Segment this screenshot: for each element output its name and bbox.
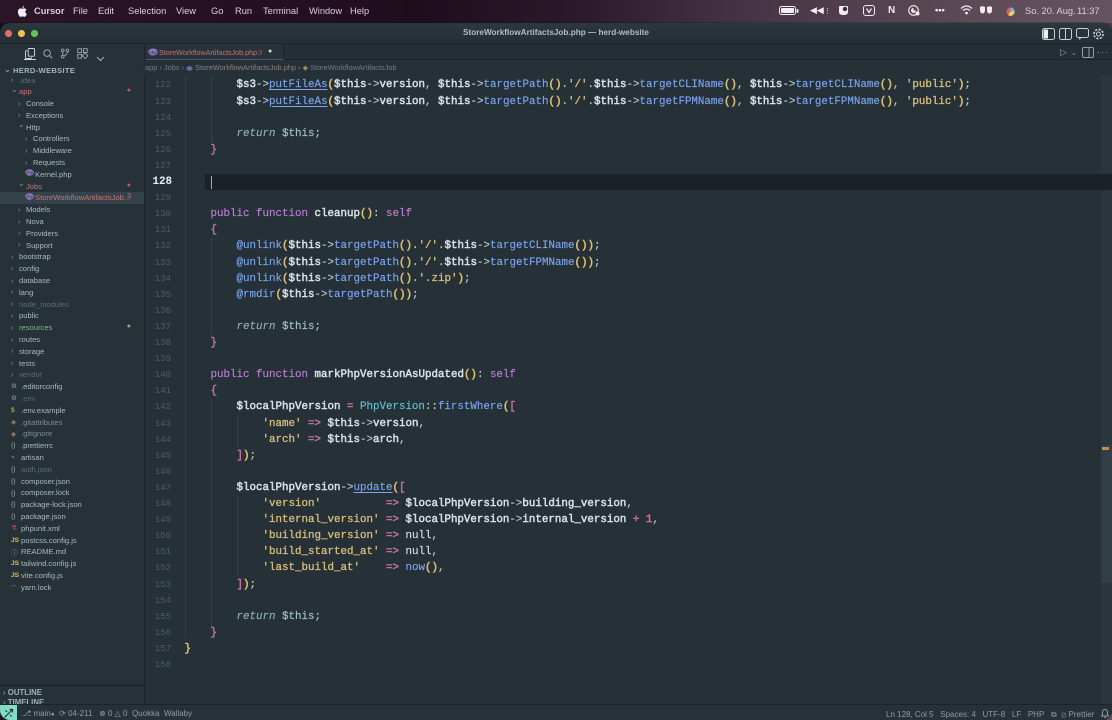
- svg-text:php: php: [149, 49, 157, 54]
- svg-text:php: php: [26, 170, 34, 175]
- svg-text:php: php: [26, 194, 34, 199]
